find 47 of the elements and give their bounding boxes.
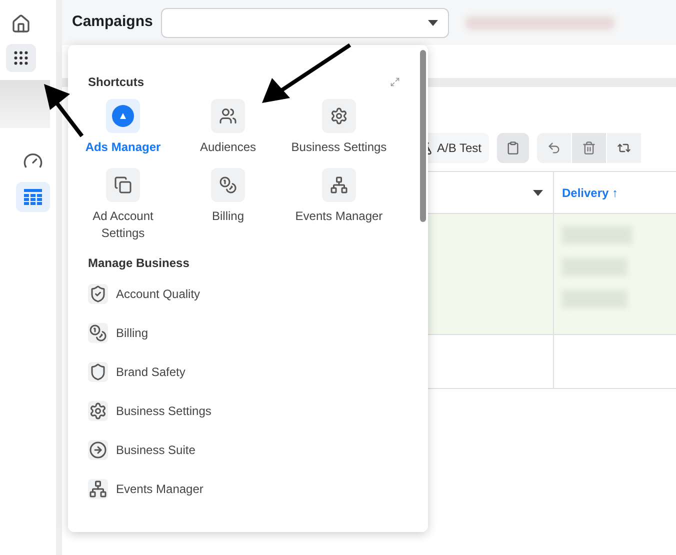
menu-item[interactable]: Business Settings: [88, 399, 410, 423]
shortcut-label: Ad Account Settings: [92, 208, 154, 242]
grid-icon: [12, 49, 30, 67]
ads-manager-icon: [112, 105, 134, 127]
people-icon: [219, 107, 237, 125]
shortcut-item[interactable]: Billing: [178, 168, 278, 242]
section-title: Shortcuts: [88, 74, 144, 91]
menu-item[interactable]: Events Manager: [88, 477, 410, 501]
shortcut-label: Business Settings: [290, 139, 388, 156]
coins-icon: [219, 176, 237, 194]
clipboard-icon: [506, 141, 520, 155]
shortcut-item[interactable]: Ads Manager: [78, 99, 168, 156]
column-caret-icon: [533, 190, 543, 196]
settings-icon: [330, 107, 348, 125]
menu-item[interactable]: Account Quality: [88, 282, 410, 306]
shortcut-item[interactable]: Business Settings: [288, 99, 390, 156]
column-header[interactable]: Delivery ↑: [554, 172, 626, 213]
page-title: Campaigns: [72, 12, 153, 32]
trash-icon: [582, 141, 596, 155]
delete-button[interactable]: [572, 133, 606, 163]
home-icon: [11, 14, 31, 34]
shortcut-item[interactable]: Events Manager: [288, 168, 390, 242]
shortcut-label: Billing: [210, 208, 245, 225]
undo-button[interactable]: [537, 133, 572, 163]
repeat-button[interactable]: [607, 133, 642, 163]
apps-button[interactable]: [6, 44, 36, 72]
repeat-icon: [617, 141, 632, 155]
clipboard-button[interactable]: [497, 133, 530, 163]
blurred-block: [0, 80, 50, 128]
shortcut-label: Audiences: [198, 139, 258, 156]
shortcut-label: Events Manager: [294, 208, 384, 225]
expand-icon: [390, 77, 400, 87]
sidebar-item[interactable]: [16, 182, 50, 212]
shortcut-label: Ads Manager: [84, 139, 162, 156]
menu-item[interactable]: Billing: [88, 321, 410, 345]
menu-item[interactable]: Brand Safety: [88, 360, 410, 384]
menu-item[interactable]: Business Suite: [88, 438, 410, 462]
table-icon: [24, 189, 42, 205]
section-title: Manage Business: [88, 255, 190, 272]
arrow: [44, 84, 84, 138]
nodes-icon: [330, 176, 348, 194]
expand-button[interactable]: [388, 75, 402, 89]
shortcut-item[interactable]: Audiences: [178, 99, 278, 156]
undo-icon: [547, 141, 562, 155]
caret-icon: [428, 20, 438, 26]
shortcut-item[interactable]: Ad Account Settings: [78, 168, 168, 242]
cards-icon: [114, 176, 132, 194]
